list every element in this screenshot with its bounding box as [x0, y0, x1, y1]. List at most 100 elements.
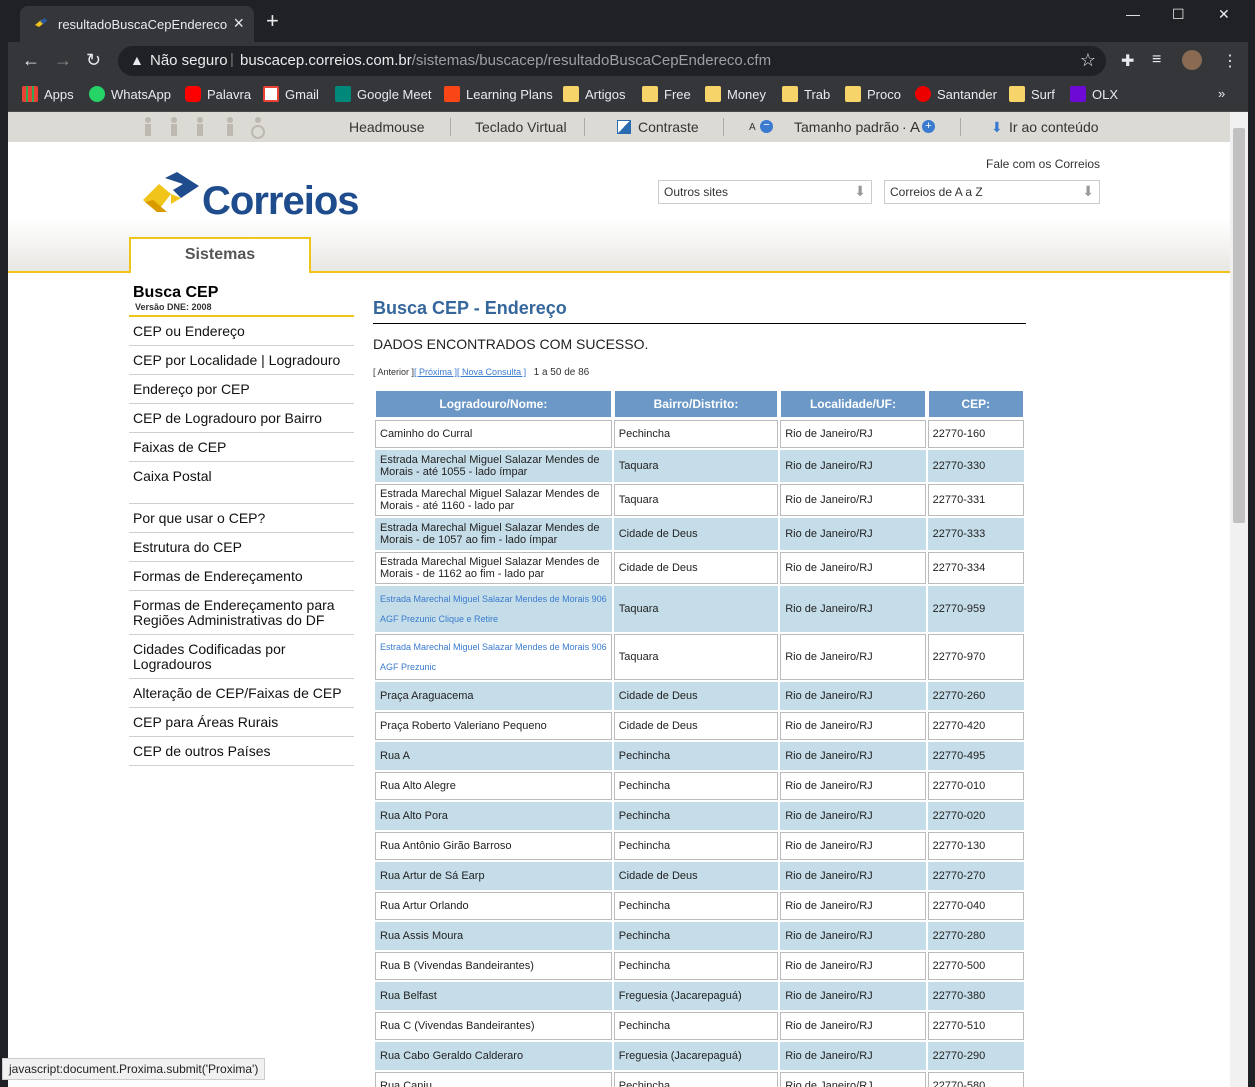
table-row: Estrada Marechal Miguel Salazar Mendes d… — [375, 518, 1024, 550]
tamanho-padrao-link[interactable]: Tamanho padrão — [794, 119, 899, 135]
bookmark-trab[interactable]: Trab — [782, 86, 830, 102]
security-label: Não seguro — [150, 52, 228, 69]
menu-icon[interactable]: ⋮ — [1222, 51, 1238, 71]
extensions-icon[interactable]: ✚ — [1121, 51, 1134, 71]
contraste-link[interactable]: Contraste — [638, 119, 699, 135]
sidebar-item-faixas-de-cep[interactable]: Faixas de CEP — [129, 433, 354, 462]
bookmark-whatsapp[interactable]: WhatsApp — [89, 86, 171, 102]
sidebar-item-cep-areas-rurais[interactable]: CEP para Áreas Rurais — [129, 708, 354, 737]
sidebar-item-cep-por-localidade[interactable]: CEP por Localidade | Logradouro — [129, 346, 354, 375]
accessibility-figures-icon — [145, 117, 265, 139]
table-row: Rua Antônio Girão Barroso Pechincha Rio de… — [375, 832, 1024, 860]
sidebar-item-formas-enderecamento-df[interactable]: Formas de Endereçamento para Regiões Adm… — [129, 591, 354, 635]
bookmark-proco[interactable]: Proco — [845, 86, 901, 102]
table-row: Praça Roberto Valeriano Pequeno Cidade de… — [375, 712, 1024, 740]
sidebar-item-cep-ou-endereco[interactable]: CEP ou Endereço — [129, 317, 354, 346]
sidebar-item-cep-outros-paises[interactable]: CEP de outros Países — [129, 737, 354, 766]
more-bookmarks-icon[interactable]: » — [1218, 86, 1225, 101]
reload-icon[interactable]: ↻ — [86, 50, 101, 70]
olx-icon — [1070, 86, 1086, 102]
fale-com-correios-link[interactable]: Fale com os Correios — [986, 157, 1100, 171]
col-bairro: Bairro/Distrito: — [613, 390, 779, 418]
contrast-icon — [617, 120, 631, 134]
correios-logo-icon[interactable] — [141, 172, 203, 214]
folder-icon — [782, 86, 798, 102]
decrease-font-label: A — [749, 122, 756, 133]
col-logradouro: Logradouro/Nome: — [375, 390, 612, 418]
page-content: Headmouse Teclado Virtual Contraste A − … — [8, 112, 1230, 1087]
back-icon[interactable]: ← — [22, 50, 40, 70]
teclado-virtual-link[interactable]: Teclado Virtual — [475, 119, 567, 135]
close-window-icon[interactable]: ✕ — [1218, 6, 1230, 23]
google-meet-icon — [335, 86, 351, 102]
col-cep: CEP: — [927, 390, 1024, 418]
browser-tab[interactable]: resultadoBuscaCepEndereco × — [20, 6, 254, 42]
bookmark-artigos[interactable]: Artigos — [563, 86, 625, 102]
bookmark-palavra[interactable]: Palavra — [185, 86, 251, 102]
pager-new-query-link[interactable]: [ Nova Consulta ] — [457, 367, 526, 377]
sidebar-item-cidades-codificadas[interactable]: Cidades Codificadas por Logradouros — [129, 635, 354, 679]
bookmark-gmail[interactable]: Gmail — [263, 86, 319, 102]
dne-version: Versão DNE: 2008 — [135, 302, 212, 312]
new-tab-icon[interactable]: + — [266, 10, 279, 32]
pager-next-link[interactable]: [ Próxima ] — [414, 367, 457, 377]
sidebar-item-caixa-postal[interactable]: Caixa Postal — [129, 462, 354, 490]
ir-ao-conteudo-link[interactable]: Ir ao conteúdo — [1009, 119, 1099, 135]
apps-grid-icon — [22, 86, 38, 102]
pagination: [ Anterior ][ Próxima ][ Nova Consulta ]… — [373, 367, 1026, 378]
sidebar-item-formas-de-enderecamento[interactable]: Formas de Endereçamento — [129, 562, 354, 591]
table-row: Rua Assis Moura Pechincha Rio de Janeiro/R… — [375, 922, 1024, 950]
close-tab-icon[interactable]: × — [233, 13, 244, 34]
bookmark-apps[interactable]: Apps — [22, 86, 74, 102]
increase-font-icon[interactable]: + — [922, 120, 935, 133]
table-row: Rua Belfast Freguesia (Jacarepaguá) Rio de… — [375, 982, 1024, 1010]
uipath-icon — [444, 86, 460, 102]
table-row: Estrada Marechal Miguel Salazar Mendes d… — [375, 450, 1024, 482]
maximize-icon[interactable]: ☐ — [1172, 6, 1185, 23]
sidebar-item-cep-por-bairro[interactable]: CEP de Logradouro por Bairro — [129, 404, 354, 433]
agency-link[interactable]: Estrada Marechal Miguel Salazar Mendes d… — [375, 586, 612, 632]
table-row: Estrada Marechal Miguel Salazar Mendes d… — [375, 552, 1024, 584]
correios-a-z-select[interactable]: Correios de A a Z ⬇ — [884, 180, 1100, 204]
profile-avatar[interactable] — [1182, 50, 1202, 70]
main-content: Busca CEP - Endereço DADOS ENCONTRADOS C… — [373, 298, 1026, 1087]
minimize-icon[interactable]: — — [1126, 6, 1140, 22]
media-icon[interactable]: ≡ — [1152, 51, 1161, 69]
outros-sites-select[interactable]: Outros sites ⬇ — [658, 180, 872, 204]
bookmark-star-icon[interactable]: ☆ — [1080, 50, 1096, 71]
status-bar: javascript:document.Proxima.submit('Prox… — [2, 1058, 266, 1080]
sidebar-header: Busca CEP Versão DNE: 2008 — [129, 282, 354, 317]
bookmark-money[interactable]: Money — [705, 86, 766, 102]
folder-icon — [705, 86, 721, 102]
scrollbar-thumb[interactable] — [1233, 128, 1245, 523]
bookmarks-bar: Apps WhatsApp Palavra Gmail Google Meet … — [8, 80, 1248, 112]
table-row: Rua C (Vivendas Bandeirantes) Pechincha Ri… — [375, 1012, 1024, 1040]
agency-link[interactable]: Estrada Marechal Miguel Salazar Mendes d… — [375, 634, 612, 680]
bookmark-learning-plans[interactable]: Learning Plans — [444, 86, 553, 102]
bookmark-google-meet[interactable]: Google Meet — [335, 86, 431, 102]
site-header: Correios Fale com os Correios Outros sit… — [8, 142, 1230, 273]
table-row: Rua Cabo Geraldo Calderaro Freguesia (Jac… — [375, 1042, 1024, 1070]
forward-icon[interactable]: → — [54, 50, 72, 70]
pager-prev: [ Anterior ] — [373, 367, 415, 377]
scrollbar[interactable] — [1230, 112, 1248, 1087]
headmouse-link[interactable]: Headmouse — [349, 119, 425, 135]
tab-sistemas[interactable]: Sistemas — [129, 237, 311, 273]
address-bar[interactable]: ▲ Não seguro | buscacep.correios.com.br/… — [118, 46, 1106, 76]
increase-font-label: A — [910, 119, 921, 136]
sidebar-item-estrutura-do-cep[interactable]: Estrutura do CEP — [129, 533, 354, 562]
folder-icon — [563, 86, 579, 102]
bookmark-santander[interactable]: Santander — [915, 86, 997, 102]
bookmark-surf[interactable]: Surf — [1009, 86, 1055, 102]
sidebar-item-por-que-usar-cep[interactable]: Por que usar o CEP? — [129, 504, 354, 533]
bookmark-olx[interactable]: OLX — [1070, 86, 1118, 102]
decrease-font-icon[interactable]: − — [760, 120, 773, 133]
correios-favicon-icon — [35, 18, 47, 27]
sidebar-item-alteracao-de-cep[interactable]: Alteração de CEP/Faixas de CEP — [129, 679, 354, 708]
bookmark-free[interactable]: Free — [642, 86, 691, 102]
browser-window: resultadoBuscaCepEndereco × + — ☐ ✕ ← → … — [8, 0, 1248, 1087]
sidebar-item-endereco-por-cep[interactable]: Endereço por CEP — [129, 375, 354, 404]
table-row: Praça Araguacema Cidade de Deus Rio de Jan… — [375, 682, 1024, 710]
table-row: Rua Artur Orlando Pechincha Rio de Janeiro… — [375, 892, 1024, 920]
chevron-down-icon: ⬇ — [854, 183, 866, 199]
